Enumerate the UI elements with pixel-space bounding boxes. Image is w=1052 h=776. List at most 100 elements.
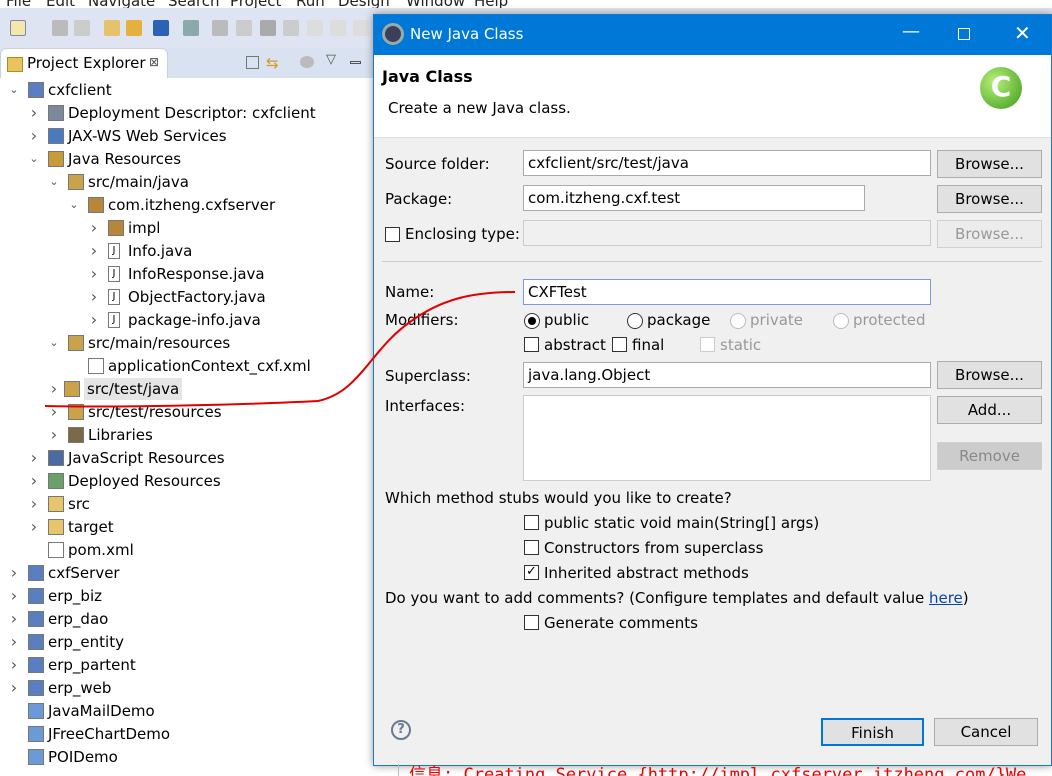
enclosing-type-browse-button[interactable]: Browse... bbox=[937, 220, 1042, 248]
final-checkbox[interactable] bbox=[612, 337, 627, 352]
minimize-icon[interactable] bbox=[350, 61, 361, 64]
tree-item[interactable]: › cxfServer bbox=[0, 562, 373, 584]
tree-item[interactable]: › erp_biz bbox=[0, 585, 373, 607]
new-icon[interactable] bbox=[10, 20, 26, 36]
cancel-button[interactable]: Cancel bbox=[934, 718, 1038, 746]
tree-item[interactable]: › J ObjectFactory.java bbox=[0, 286, 373, 308]
tree-item[interactable]: › Jpackage-info.java bbox=[0, 309, 373, 331]
private-radio[interactable] bbox=[730, 313, 746, 329]
chevron-down-icon[interactable]: ⌄ bbox=[49, 332, 59, 354]
tree-item[interactable]: › erp_dao bbox=[0, 608, 373, 630]
tree-item[interactable]: ⌄ com.itzheng.cxfserver bbox=[0, 194, 373, 216]
tree-item[interactable]: pom.xml bbox=[0, 539, 373, 561]
save-all-icon[interactable] bbox=[74, 20, 90, 36]
chevron-right-icon[interactable]: › bbox=[29, 102, 39, 124]
tree-item[interactable]: ⌄ cxfclient bbox=[0, 79, 373, 101]
disconnect-icon[interactable] bbox=[283, 20, 299, 36]
chevron-right-icon[interactable]: › bbox=[49, 424, 59, 446]
open-type-icon[interactable] bbox=[104, 20, 120, 36]
remove-interface-button[interactable]: Remove bbox=[937, 442, 1042, 470]
chevron-down-icon[interactable]: ⌄ bbox=[49, 171, 59, 193]
source-folder-browse-button[interactable]: Browse... bbox=[937, 150, 1042, 178]
protected-radio[interactable] bbox=[833, 313, 849, 329]
link-editor-icon[interactable]: ⇆ bbox=[266, 54, 279, 72]
tree-item[interactable]: POIDemo bbox=[0, 746, 373, 768]
source-folder-input[interactable]: cxfclient/src/test/java bbox=[523, 150, 931, 176]
interfaces-list[interactable] bbox=[523, 395, 931, 481]
abstract-checkbox[interactable] bbox=[524, 337, 539, 352]
chevron-right-icon[interactable]: › bbox=[9, 562, 19, 584]
step-into-icon[interactable] bbox=[307, 20, 323, 36]
constructors-stub-checkbox[interactable] bbox=[524, 540, 539, 555]
collapse-all-icon[interactable] bbox=[246, 56, 259, 69]
tree-item[interactable]: › JAX-WS Web Services bbox=[0, 125, 373, 147]
main-stub-checkbox[interactable] bbox=[524, 515, 539, 530]
chevron-right-icon[interactable]: › bbox=[89, 263, 99, 285]
tree-item[interactable]: › Libraries bbox=[0, 424, 373, 446]
package-input[interactable]: com.itzheng.cxf.test bbox=[523, 185, 865, 211]
tree-item[interactable]: › src/test/java bbox=[0, 378, 373, 400]
tree-item[interactable]: ⌄ Java Resources bbox=[0, 148, 373, 170]
superclass-browse-button[interactable]: Browse... bbox=[937, 361, 1042, 389]
tree-item[interactable]: › impl bbox=[0, 217, 373, 239]
tree-item[interactable]: applicationContext_cxf.xml bbox=[0, 355, 373, 377]
public-radio[interactable] bbox=[524, 313, 540, 329]
chevron-right-icon[interactable]: › bbox=[89, 286, 99, 308]
view-menu-icon[interactable]: ▽ bbox=[326, 52, 336, 67]
maximize-window-icon[interactable] bbox=[958, 28, 970, 40]
chevron-right-icon[interactable]: › bbox=[9, 585, 19, 607]
name-input[interactable]: CXFTest bbox=[523, 279, 931, 305]
terminate-icon[interactable] bbox=[260, 20, 276, 36]
chevron-right-icon[interactable]: › bbox=[29, 447, 39, 469]
generate-comments-checkbox[interactable] bbox=[524, 615, 539, 630]
chevron-right-icon[interactable]: › bbox=[9, 608, 19, 630]
chevron-right-icon[interactable]: › bbox=[29, 516, 39, 538]
finish-button[interactable]: Finish bbox=[821, 718, 924, 746]
inherited-stub-checkbox[interactable]: ✓ bbox=[524, 565, 539, 580]
console-icon[interactable] bbox=[153, 20, 169, 36]
filter-icon[interactable] bbox=[300, 56, 314, 68]
chevron-right-icon[interactable]: › bbox=[89, 309, 99, 331]
chevron-down-icon[interactable]: ⌄ bbox=[29, 148, 39, 170]
save-icon[interactable] bbox=[52, 20, 68, 36]
chevron-right-icon[interactable]: › bbox=[29, 125, 39, 147]
step-over-icon[interactable] bbox=[330, 20, 346, 36]
static-checkbox[interactable] bbox=[700, 337, 715, 352]
tree-item[interactable]: › erp_web bbox=[0, 677, 373, 699]
help-icon[interactable]: ? bbox=[391, 720, 411, 740]
chevron-right-icon[interactable]: › bbox=[29, 470, 39, 492]
step-return-icon[interactable] bbox=[353, 20, 369, 36]
tree-item[interactable]: › JavaScript Resources bbox=[0, 447, 373, 469]
open-resource-icon[interactable] bbox=[126, 20, 142, 36]
enclosing-type-input[interactable] bbox=[523, 220, 931, 246]
skip-breakpoints-icon[interactable] bbox=[183, 20, 199, 36]
tree-item[interactable]: › Deployed Resources bbox=[0, 470, 373, 492]
tree-item[interactable]: › erp_partent bbox=[0, 654, 373, 676]
superclass-input[interactable]: java.lang.Object bbox=[523, 362, 931, 388]
chevron-right-icon[interactable]: › bbox=[89, 217, 99, 239]
chevron-right-icon[interactable]: › bbox=[9, 654, 19, 676]
enclosing-type-checkbox[interactable] bbox=[385, 227, 400, 242]
tree-item[interactable]: JavaMailDemo bbox=[0, 700, 373, 722]
minimize-window-icon[interactable]: — bbox=[902, 21, 920, 42]
chevron-down-icon[interactable]: ⌄ bbox=[69, 194, 79, 216]
chevron-right-icon[interactable]: › bbox=[9, 677, 19, 699]
chevron-right-icon[interactable]: › bbox=[49, 401, 59, 423]
chevron-right-icon[interactable]: › bbox=[9, 631, 19, 653]
tree-item[interactable]: › erp_entity bbox=[0, 631, 373, 653]
package-browse-button[interactable]: Browse... bbox=[937, 185, 1042, 213]
suspend-icon[interactable] bbox=[236, 20, 252, 36]
tree-item[interactable]: › J InfoResponse.java bbox=[0, 263, 373, 285]
package-radio[interactable] bbox=[627, 313, 643, 329]
tree-item[interactable]: ⌄ src/main/resources bbox=[0, 332, 373, 354]
chevron-right-icon[interactable]: › bbox=[49, 378, 59, 400]
templates-link[interactable]: here bbox=[929, 589, 963, 607]
chevron-down-icon[interactable]: ⌄ bbox=[9, 79, 19, 101]
tree-item[interactable]: › Deployment Descriptor: cxfclient bbox=[0, 102, 373, 124]
add-interface-button[interactable]: Add... bbox=[937, 396, 1042, 424]
tree-item[interactable]: › src/test/resources bbox=[0, 401, 373, 423]
tree-item[interactable]: JFreeChartDemo bbox=[0, 723, 373, 745]
resume-icon[interactable] bbox=[212, 20, 228, 36]
tab-project-explorer[interactable]: Project Explorer ⊠ bbox=[0, 48, 168, 78]
chevron-right-icon[interactable]: › bbox=[29, 493, 39, 515]
